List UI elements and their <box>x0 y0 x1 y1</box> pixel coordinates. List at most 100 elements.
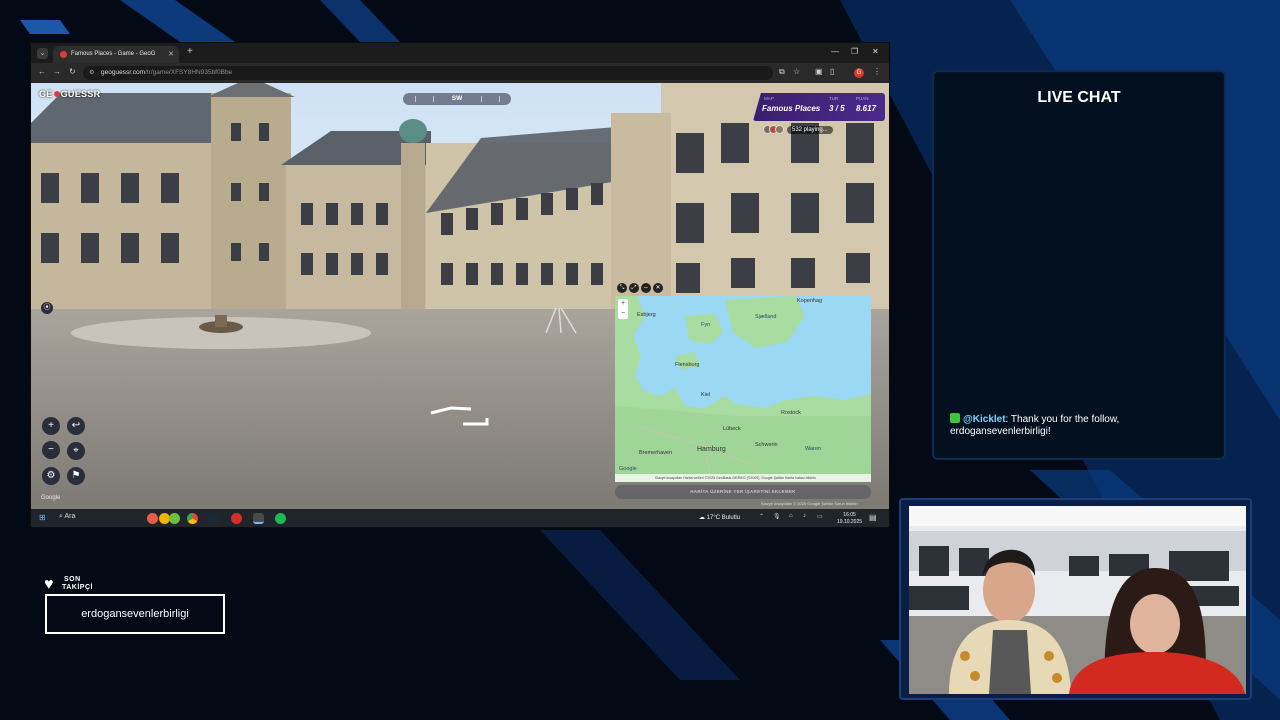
browser-toolbar: ← → ↻ ⚙ geoguessr.com/tr/game/XFSY8HN935… <box>31 63 889 83</box>
guess-map[interactable]: + − Kopenhag Esbjerg Fyn Sjælland Flensbu… <box>615 296 871 482</box>
map-label-rostock: Rostock <box>781 410 801 416</box>
settings-gear-icon[interactable]: ⚙ <box>42 467 60 485</box>
mic-icon[interactable]: 🎙 <box>773 513 781 520</box>
heart-icon: ♥ <box>44 576 54 593</box>
forward-icon[interactable]: → <box>53 67 61 76</box>
map-label-flensburg: Flensburg <box>675 362 700 368</box>
url-path: /tr/game/XFSY8HN935bf0Bbe <box>145 69 233 76</box>
last-follower-label-line2: TAKİPÇİ <box>62 584 93 591</box>
browser-window: ⌄ Famous Places - Game - GeoG ✕ + — ❐ ✕ … <box>30 42 890 528</box>
map-pin-toggle-icon[interactable]: ⇔ <box>641 283 651 293</box>
extensions-icon[interactable]: ▣ <box>815 67 823 76</box>
score-label: PUAN <box>856 96 869 101</box>
chrome-app-icon[interactable] <box>187 513 198 524</box>
network-icon[interactable]: ⌂ <box>789 513 793 519</box>
back-icon[interactable]: ← <box>38 67 46 76</box>
map-label-sjaelland: Sjælland <box>755 314 777 320</box>
geoguessr-favicon-icon <box>60 51 67 58</box>
tab-search-button[interactable]: ⌄ <box>37 48 48 59</box>
players-online: 532 playing... <box>763 125 833 137</box>
browser-menu-icon[interactable]: ⋮ <box>873 67 881 76</box>
round-value: 3 / 5 <box>829 104 845 113</box>
player-avatar <box>775 125 784 134</box>
maximize-button[interactable]: ❐ <box>851 47 858 56</box>
compass: SW <box>403 93 511 105</box>
guess-button[interactable]: HARİTA ÜZERİNE YER İŞARETİNİ EKLEMEK <box>615 485 871 499</box>
last-follower-name: erdogansevenlerbirligi <box>45 594 225 634</box>
taskbar-clock[interactable]: 16:05 19.10.2025 <box>837 512 862 526</box>
compass-tick <box>415 96 416 102</box>
map-google-logo: Google <box>619 466 637 472</box>
address-bar[interactable]: ⚙ geoguessr.com/tr/game/XFSY8HN935bf0Bbe <box>83 66 773 80</box>
install-app-icon[interactable]: ⧉ <box>779 67 785 77</box>
tab-close-icon[interactable]: ✕ <box>168 46 174 63</box>
kick-bot-badge-icon <box>950 413 960 423</box>
volume-icon[interactable]: ♪ <box>803 513 806 519</box>
street-view-panorama[interactable]: GE GUESSR SW MAP Famous Places TUR 3 / 5 … <box>31 83 889 509</box>
fruit-app-icon[interactable] <box>169 513 180 524</box>
webcam-office-scene <box>909 506 1246 694</box>
compass-heading: SW <box>451 95 463 102</box>
chrome-active-app-icon[interactable] <box>253 513 264 524</box>
minimize-button[interactable]: — <box>831 47 839 56</box>
location-pin-icon[interactable]: ⦿ <box>41 302 53 314</box>
flag-icon[interactable]: ⚑ <box>67 467 85 485</box>
start-windows-icon[interactable]: ⊞ <box>39 513 46 522</box>
webcam-feed <box>909 506 1246 694</box>
fruit-app-icon[interactable] <box>147 513 158 524</box>
map-close-icon[interactable]: ✕ <box>653 283 663 293</box>
score-value: 8.617 <box>856 104 877 113</box>
profile-avatar[interactable]: G <box>854 68 864 78</box>
obs-app-icon[interactable] <box>231 513 242 524</box>
notifications-icon[interactable]: ▤ <box>869 513 877 522</box>
map-label-bremerhaven: Bremerhaven <box>639 450 673 456</box>
steam-app-icon[interactable] <box>208 513 219 524</box>
map-grow-icon[interactable]: ⤢ <box>629 283 639 293</box>
map-name: Famous Places <box>762 104 821 113</box>
battery-icon[interactable]: ▭ <box>817 513 823 520</box>
compass-tick <box>481 96 482 102</box>
tab-geoguessr[interactable]: Famous Places - Game - GeoG ✕ <box>53 46 179 63</box>
site-info-icon[interactable]: ⚙ <box>89 66 94 80</box>
map-label-lubeck: Lübeck <box>723 426 741 432</box>
zoom-out-button[interactable]: − <box>42 441 60 459</box>
windows-taskbar: ⊞ ⌕ Ara ☁ 17°C Bulutlu ⌃ 🎙 ⌂ ♪ ▭ 16:05 1… <box>31 509 889 527</box>
side-panel-icon[interactable]: ▯ <box>830 67 834 76</box>
map-label-hamburg: Hamburg <box>697 446 726 453</box>
undo-move-button[interactable]: ↩ <box>67 417 85 435</box>
clock-time: 16:05 <box>843 512 856 518</box>
return-to-start-icon[interactable]: ⌖ <box>67 442 85 460</box>
new-tab-button[interactable]: + <box>187 46 193 57</box>
webcam-frame <box>899 498 1252 700</box>
geoguessr-logo[interactable]: GE GUESSR <box>39 89 100 99</box>
compass-tick <box>433 96 434 102</box>
weather-text: 17°C Bulutlu <box>706 515 741 521</box>
logo-pin-icon <box>53 91 60 97</box>
map-label-kopenhag: Kopenhag <box>797 298 823 304</box>
zoom-in-button[interactable]: + <box>42 417 60 435</box>
taskbar-search[interactable]: ⌕ Ara <box>59 513 75 521</box>
chat-username[interactable]: @Kicklet <box>963 414 1006 425</box>
spotify-app-icon[interactable] <box>275 513 286 524</box>
game-status-panel: MAP Famous Places TUR 3 / 5 PUAN 8.617 <box>753 93 885 121</box>
tab-strip: ⌄ Famous Places - Game - GeoG ✕ + — ❐ ✕ <box>31 43 889 63</box>
players-count: 532 playing... <box>787 125 833 134</box>
compass-tick <box>499 96 500 102</box>
chat-message: @Kicklet: Thank you for the follow, erdo… <box>950 413 1210 438</box>
map-zoom-controls[interactable]: + − <box>618 299 628 319</box>
tray-overflow-icon[interactable]: ⌃ <box>759 513 764 520</box>
tab-title: Famous Places - Game - GeoG <box>71 51 156 57</box>
logo-text-right: GUESSR <box>60 89 101 99</box>
map-shrink-icon[interactable]: ⤡ <box>617 283 627 293</box>
bookmark-star-icon[interactable]: ☆ <box>793 67 800 76</box>
last-follower-label: SON TAKİPÇİ <box>62 576 93 592</box>
close-window-button[interactable]: ✕ <box>872 47 879 56</box>
logo-text-left: GE <box>39 89 53 99</box>
weather-widget[interactable]: ☁ 17°C Bulutlu <box>699 514 740 521</box>
reload-icon[interactable]: ↻ <box>69 67 76 76</box>
street-view-footer: Klavye kısayolları © 2025 Google Şartlar… <box>761 501 858 506</box>
map-label-schwerin: Schwerin <box>755 442 778 448</box>
clock-date: 19.10.2025 <box>837 519 863 525</box>
live-chat-title: LIVE CHAT <box>1037 89 1121 106</box>
google-watermark: Google <box>41 495 61 501</box>
